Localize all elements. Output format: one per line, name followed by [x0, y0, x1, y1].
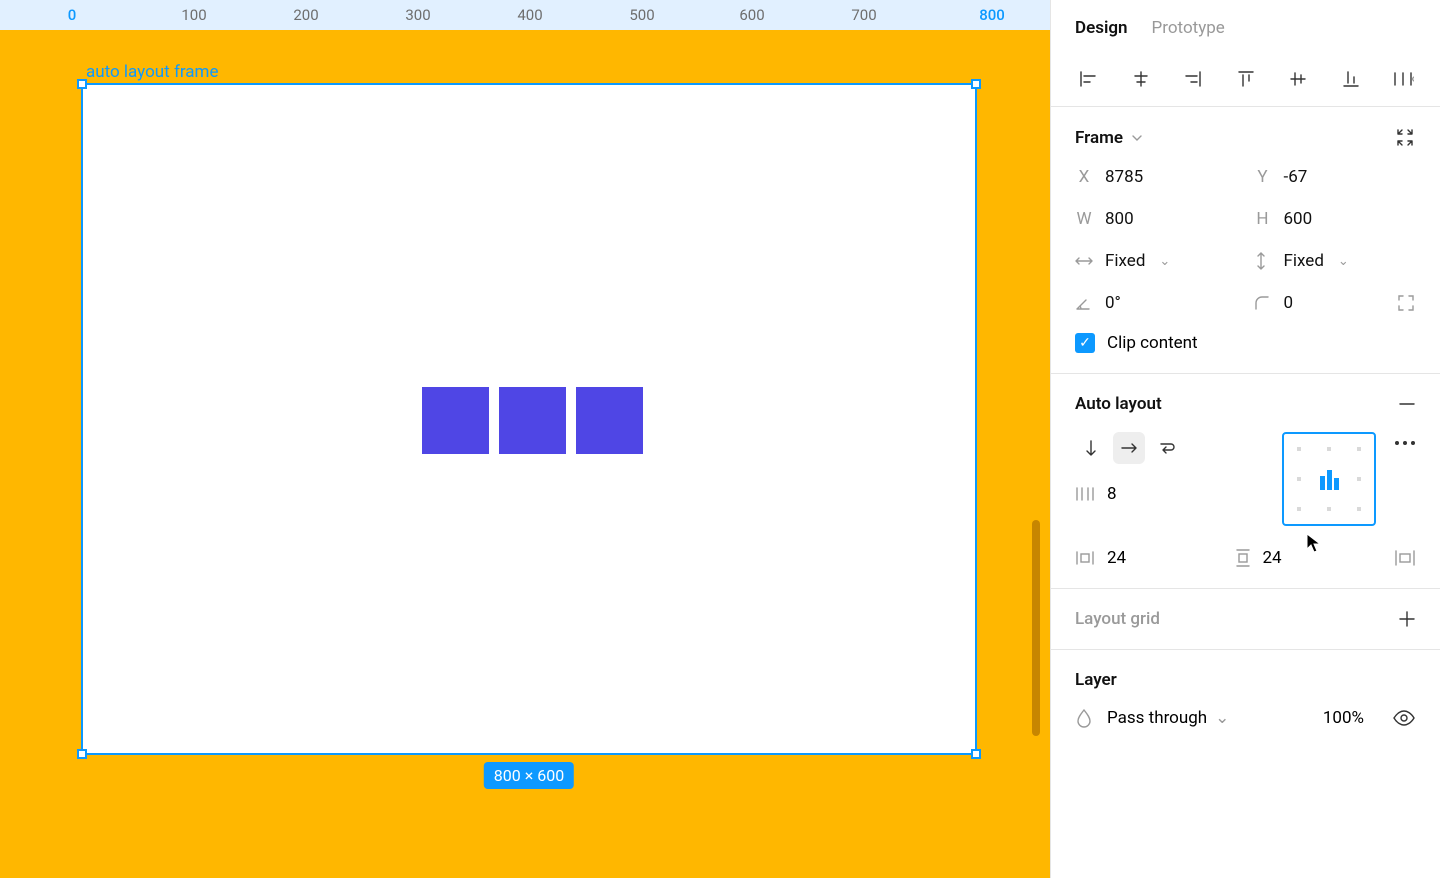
align-center-v-icon[interactable]	[1285, 66, 1311, 92]
corner-radius-icon	[1254, 295, 1272, 311]
width-input[interactable]: W 800	[1075, 209, 1238, 229]
layoutgrid-title: Layout grid	[1075, 609, 1160, 629]
align-left-icon[interactable]	[1075, 66, 1101, 92]
vertical-arrow-icon	[1254, 252, 1272, 270]
width-sizing-select[interactable]: Fixed ⌄	[1075, 251, 1238, 271]
horizontal-ruler: 0 100 200 300 400 500 600 700 800	[0, 0, 1050, 30]
angle-icon	[1075, 295, 1093, 311]
corner-radius-input[interactable]: 0	[1254, 293, 1294, 313]
clip-content-checkbox[interactable]: ✓	[1075, 333, 1095, 353]
child-shapes	[422, 387, 643, 454]
padding-vertical-input[interactable]: 24	[1235, 548, 1379, 568]
layer-title: Layer	[1075, 670, 1117, 690]
visibility-icon[interactable]	[1392, 709, 1416, 727]
fit-to-content-icon[interactable]	[1394, 127, 1416, 149]
clip-content-label: Clip content	[1107, 333, 1198, 353]
canvas-stage[interactable]: 0 100 200 300 400 500 600 700 800 auto l…	[0, 0, 1050, 878]
rotation-input[interactable]: 0°	[1075, 293, 1238, 313]
blend-mode-icon	[1075, 708, 1093, 728]
dimensions-badge: 800 × 600	[484, 762, 574, 789]
ruler-tick: 700	[844, 0, 884, 30]
more-options-icon[interactable]	[1394, 438, 1416, 448]
direction-vertical-button[interactable]	[1075, 432, 1107, 464]
resize-handle-tr[interactable]	[971, 79, 981, 89]
square-shape[interactable]	[422, 387, 489, 454]
resize-handle-br[interactable]	[971, 749, 981, 759]
blend-mode-select[interactable]: Pass through ⌄	[1107, 708, 1229, 728]
resize-handle-tl[interactable]	[77, 79, 87, 89]
tab-prototype[interactable]: Prototype	[1152, 18, 1225, 38]
independent-corners-icon[interactable]	[1396, 293, 1416, 313]
ruler-tick: 300	[398, 0, 438, 30]
add-layoutgrid-icon[interactable]	[1398, 610, 1416, 628]
height-sizing-select[interactable]: Fixed ⌄	[1254, 251, 1417, 271]
align-bottom-icon[interactable]	[1338, 66, 1364, 92]
panel-tabs: Design Prototype	[1051, 0, 1440, 56]
scrollbar-thumb[interactable]	[1032, 520, 1040, 736]
height-input[interactable]: H 600	[1254, 209, 1417, 229]
chevron-down-icon: ⌄	[1215, 708, 1229, 728]
chevron-down-icon: ⌄	[1159, 254, 1170, 269]
ruler-tick: 600	[732, 0, 772, 30]
autolayout-section: Auto layout 8	[1051, 374, 1440, 589]
independent-padding-icon[interactable]	[1394, 548, 1416, 568]
square-shape[interactable]	[576, 387, 643, 454]
alignment-ninebox[interactable]	[1282, 432, 1376, 526]
opacity-input[interactable]: 100%	[1323, 708, 1364, 728]
padding-h-icon	[1075, 550, 1095, 566]
chevron-down-icon: ⌄	[1338, 254, 1349, 269]
chevron-down-icon[interactable]	[1131, 132, 1143, 144]
ruler-tick: 800	[972, 0, 1012, 30]
resize-handle-bl[interactable]	[77, 749, 87, 759]
padding-horizontal-input[interactable]: 24	[1075, 548, 1219, 568]
tab-design[interactable]: Design	[1075, 18, 1128, 38]
horizontal-arrow-icon	[1075, 254, 1093, 268]
align-top-icon[interactable]	[1233, 66, 1259, 92]
selected-frame[interactable]: 800 × 600	[81, 83, 977, 755]
ruler-tick: 500	[622, 0, 662, 30]
alignment-toolbar	[1051, 56, 1440, 107]
square-shape[interactable]	[499, 387, 566, 454]
layer-section: Layer Pass through ⌄ 100%	[1051, 650, 1440, 748]
distribute-icon[interactable]	[1390, 66, 1416, 92]
ruler-tick: 200	[286, 0, 326, 30]
ruler-tick: 100	[174, 0, 214, 30]
inspector-panel: Design Prototype Frame X 8785 Y -67	[1050, 0, 1440, 878]
direction-horizontal-button[interactable]	[1113, 432, 1145, 464]
direction-wrap-button[interactable]	[1151, 432, 1183, 464]
alignment-center-icon	[1320, 468, 1339, 490]
frame-label[interactable]: auto layout frame	[86, 62, 218, 82]
ruler-tick: 400	[510, 0, 550, 30]
gap-icon	[1075, 486, 1095, 502]
align-center-h-icon[interactable]	[1128, 66, 1154, 92]
frame-section-title[interactable]: Frame	[1075, 128, 1123, 148]
layoutgrid-section: Layout grid	[1051, 589, 1440, 650]
gap-input[interactable]: 8	[1075, 484, 1183, 504]
frame-section: Frame X 8785 Y -67 W 800 H 600	[1051, 107, 1440, 374]
remove-autolayout-icon[interactable]	[1398, 395, 1416, 413]
align-right-icon[interactable]	[1180, 66, 1206, 92]
padding-v-icon	[1235, 548, 1251, 568]
y-input[interactable]: Y -67	[1254, 167, 1417, 187]
autolayout-title: Auto layout	[1075, 394, 1162, 414]
x-input[interactable]: X 8785	[1075, 167, 1238, 187]
ruler-tick: 0	[52, 0, 92, 30]
